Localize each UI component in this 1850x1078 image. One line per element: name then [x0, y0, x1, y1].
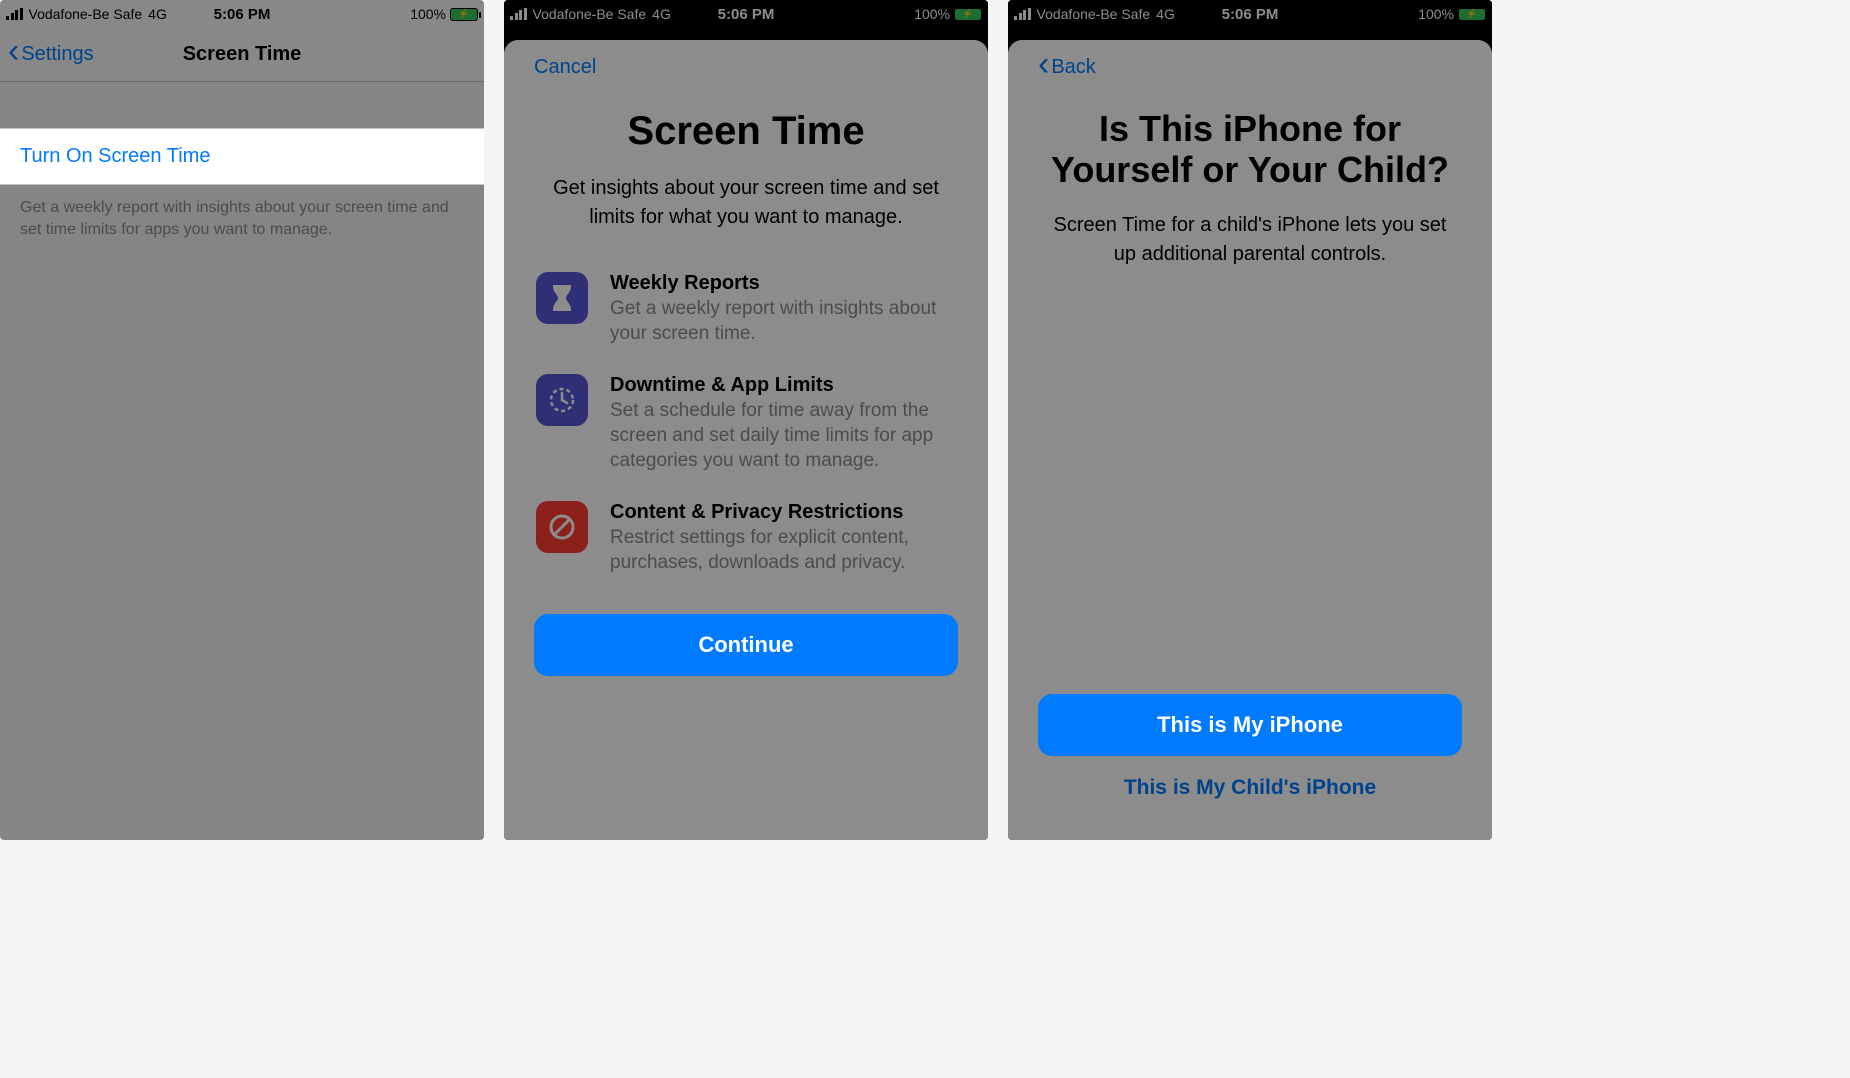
cancel-button[interactable]: Cancel	[534, 56, 596, 79]
screen-owner-question: Vodafone-Be Safe 4G 5:06 PM 100% ⚡ Back …	[1008, 0, 1492, 840]
carrier-label: Vodafone-Be Safe	[29, 6, 143, 22]
feature-weekly-reports: Weekly Reports Get a weekly report with …	[536, 272, 956, 346]
battery-icon: ⚡	[954, 8, 982, 21]
network-label: 4G	[148, 6, 167, 22]
feature-title: Weekly Reports	[610, 272, 956, 295]
clock-icon	[536, 374, 588, 426]
clock-label: 5:06 PM	[214, 6, 271, 23]
signal-icon	[1014, 8, 1031, 20]
battery-pct: 100%	[410, 6, 446, 22]
back-label: Back	[1051, 56, 1095, 79]
chevron-left-icon	[1038, 54, 1049, 81]
back-label: Settings	[21, 43, 93, 66]
this-is-my-iphone-button[interactable]: This is My iPhone	[1038, 694, 1462, 756]
clock-label: 5:06 PM	[1222, 6, 1279, 23]
clock-label: 5:06 PM	[718, 6, 775, 23]
battery-icon: ⚡	[450, 8, 478, 21]
hourglass-icon	[536, 272, 588, 324]
feature-title: Content & Privacy Restrictions	[610, 501, 956, 524]
modal-subtitle: Screen Time for a child's iPhone lets yo…	[1038, 211, 1462, 269]
modal-subtitle: Get insights about your screen time and …	[534, 174, 958, 232]
carrier-label: Vodafone-Be Safe	[533, 6, 647, 22]
network-label: 4G	[1156, 6, 1175, 22]
battery-pct: 100%	[1418, 6, 1454, 22]
footer-description: Get a weekly report with insights about …	[0, 185, 484, 252]
this-is-my-childs-iphone-button[interactable]: This is My Child's iPhone	[1038, 756, 1462, 810]
signal-icon	[6, 8, 23, 20]
back-button[interactable]: Back	[1038, 54, 1096, 81]
signal-icon	[510, 8, 527, 20]
screen-settings: Vodafone-Be Safe 4G 5:06 PM 100% ⚡ Setti…	[0, 0, 484, 840]
status-bar: Vodafone-Be Safe 4G 5:06 PM 100% ⚡	[1008, 0, 1492, 28]
battery-pct: 100%	[914, 6, 950, 22]
status-bar: Vodafone-Be Safe 4G 5:06 PM 100% ⚡	[0, 0, 484, 28]
feature-list: Weekly Reports Get a weekly report with …	[534, 272, 958, 576]
feature-content-privacy: Content & Privacy Restrictions Restrict …	[536, 501, 956, 575]
no-entry-icon	[536, 501, 588, 553]
modal-title: Screen Time	[534, 108, 958, 154]
back-button[interactable]: Settings	[8, 41, 94, 68]
chevron-left-icon	[8, 41, 19, 68]
nav-bar: Settings Screen Time	[0, 28, 484, 82]
feature-downtime: Downtime & App Limits Set a schedule for…	[536, 374, 956, 473]
modal-sheet: Cancel Screen Time Get insights about yo…	[504, 40, 988, 840]
network-label: 4G	[652, 6, 671, 22]
page-title: Screen Time	[183, 43, 302, 66]
feature-desc: Set a schedule for time away from the sc…	[610, 399, 956, 473]
modal-sheet: Back Is This iPhone for Yourself or Your…	[1008, 40, 1492, 840]
continue-button[interactable]: Continue	[534, 614, 958, 676]
carrier-label: Vodafone-Be Safe	[1037, 6, 1151, 22]
screen-intro: Vodafone-Be Safe 4G 5:06 PM 100% ⚡ Cance…	[504, 0, 988, 840]
modal-title: Is This iPhone for Yourself or Your Chil…	[1038, 108, 1462, 191]
status-bar: Vodafone-Be Safe 4G 5:06 PM 100% ⚡	[504, 0, 988, 28]
feature-title: Downtime & App Limits	[610, 374, 956, 397]
battery-icon: ⚡	[1458, 8, 1486, 21]
feature-desc: Get a weekly report with insights about …	[610, 297, 956, 346]
feature-desc: Restrict settings for explicit content, …	[610, 526, 956, 575]
turn-on-screen-time-button[interactable]: Turn On Screen Time	[0, 128, 484, 185]
